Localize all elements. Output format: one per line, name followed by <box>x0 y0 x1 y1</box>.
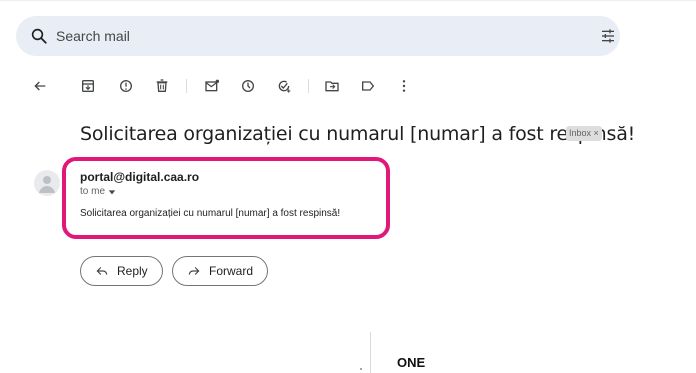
forward-button[interactable]: Forward <box>172 256 269 286</box>
content-dot <box>360 368 362 370</box>
back-button[interactable] <box>28 74 52 98</box>
search-options-icon[interactable] <box>600 28 616 44</box>
delete-icon <box>156 79 168 92</box>
email-body: Solicitarea organizației cu numarul [num… <box>80 208 341 219</box>
chevron-down-icon[interactable] <box>108 188 116 196</box>
back-arrow-icon <box>34 81 46 91</box>
recipient-label: to me <box>80 186 106 197</box>
snooze-icon <box>242 80 254 92</box>
search-input[interactable]: Search mail <box>56 28 130 44</box>
inbox-label-chip[interactable]: Inbox × <box>566 126 602 141</box>
content-heading: ONE <box>397 355 426 370</box>
recipient-details[interactable]: to me <box>80 186 116 197</box>
more-options-button[interactable] <box>392 74 416 98</box>
toolbar-separator <box>308 79 309 93</box>
move-to-icon <box>325 81 339 92</box>
reply-button[interactable]: Reply <box>80 256 163 286</box>
label-icon <box>362 81 375 91</box>
toolbar-separator <box>186 79 187 93</box>
forward-icon <box>188 267 200 275</box>
email-subject: Solicitarea organizației cu numarul [num… <box>80 123 636 145</box>
add-task-button[interactable] <box>272 74 296 98</box>
more-vert-icon <box>402 80 406 92</box>
report-spam-icon <box>120 80 132 92</box>
top-border <box>0 0 696 6</box>
snooze-button[interactable] <box>236 74 260 98</box>
person-icon <box>39 176 55 193</box>
archive-button[interactable] <box>76 74 100 98</box>
content-divider <box>370 332 371 373</box>
report-spam-button[interactable] <box>114 74 138 98</box>
delete-button[interactable] <box>150 74 174 98</box>
reply-label: Reply <box>117 264 148 278</box>
forward-label: Forward <box>209 264 254 278</box>
archive-icon <box>82 80 94 92</box>
mark-unread-icon <box>205 79 219 92</box>
move-to-button[interactable] <box>320 74 344 98</box>
mark-unread-button[interactable] <box>200 74 224 98</box>
reply-icon <box>96 267 108 275</box>
add-task-icon <box>278 80 291 93</box>
avatar[interactable] <box>34 170 60 196</box>
sender-email: portal@digital.caa.ro <box>80 170 200 184</box>
search-bar[interactable]: Search mail <box>16 16 620 56</box>
search-icon[interactable] <box>30 27 48 45</box>
label-button[interactable] <box>356 74 380 98</box>
message-toolbar <box>0 74 696 98</box>
